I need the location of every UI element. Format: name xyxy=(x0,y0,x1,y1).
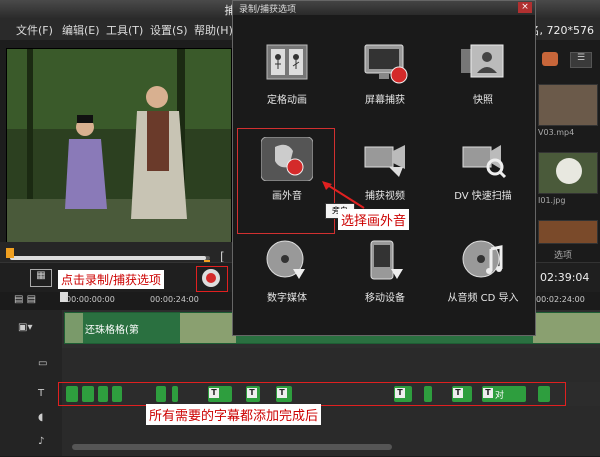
timecode-display[interactable]: 02:39:04 xyxy=(540,271,589,284)
option-screen-capture[interactable]: 屏幕捕获 xyxy=(335,39,435,119)
dialog-title: 录制/捕获选项 xyxy=(239,5,297,15)
menu-edit[interactable]: 编辑(E) xyxy=(62,22,100,38)
option-dv-scan[interactable]: DV 快速扫描 xyxy=(433,135,533,215)
subtitle-clip[interactable] xyxy=(538,386,550,402)
video-camera-icon xyxy=(364,145,405,177)
option-snapshot[interactable]: 快照 xyxy=(433,39,533,119)
option-label: 移动设备 xyxy=(365,293,405,304)
scrubber-progress xyxy=(10,256,206,260)
dandelion-thumbnail xyxy=(539,153,597,193)
overlay-track-header: ▭ xyxy=(0,348,62,383)
video-preview xyxy=(6,48,232,244)
overlay-track-icon[interactable]: ▭ xyxy=(38,358,47,369)
menu-settings[interactable]: 设置(S) xyxy=(150,22,188,38)
title-clip-icon: T xyxy=(209,388,219,398)
menu-help[interactable]: 帮助(H) xyxy=(194,22,233,38)
preview-panel: [ ▶ 项目 素材 ▶ ⏮ ◀‖ ‖▶ ⏭ ⟲ ◖ ⧉ xyxy=(0,40,232,302)
ruler-time-mid: 00:00:24:00 xyxy=(150,295,199,304)
subtitle-clip[interactable]: T xyxy=(394,386,412,402)
dialog-title-bar: 录制/捕获选项 × xyxy=(233,1,535,15)
option-mobile-device[interactable]: 移动设备 xyxy=(335,237,435,317)
screen-capture-icon xyxy=(364,44,408,84)
subtitle-clip-label: 对 xyxy=(495,391,505,401)
audio-cd-icon xyxy=(462,240,503,278)
digital-media-disc-icon xyxy=(266,240,305,279)
ruler-time-end: 00:02:24:00 xyxy=(536,295,585,304)
option-label: 数字媒体 xyxy=(267,293,307,304)
subtitle-clip[interactable] xyxy=(112,386,122,402)
subtitle-clip[interactable]: T xyxy=(208,386,232,402)
track-manager-icon[interactable]: ▤ ▤ xyxy=(14,294,36,305)
dv-scan-icon xyxy=(462,145,507,179)
subtitle-clip[interactable] xyxy=(66,386,78,402)
record-dot-icon xyxy=(206,273,216,283)
title-clip-icon: T xyxy=(483,388,493,398)
clip-thumbnail xyxy=(533,313,600,343)
overlay-track[interactable] xyxy=(62,348,600,383)
clip-thumbnail xyxy=(180,313,236,343)
annotation-click-record: 点击录制/捕获选项 xyxy=(58,270,165,289)
option-stop-motion[interactable]: 定格动画 xyxy=(237,39,337,119)
option-digital-media[interactable]: 数字媒体 xyxy=(237,237,337,317)
music-track-header: ♪ xyxy=(0,430,62,457)
option-label: 屏幕捕获 xyxy=(365,95,405,106)
video-track-header: ▣▾ xyxy=(0,310,62,349)
subtitle-clip[interactable] xyxy=(82,386,94,402)
mobile-device-icon xyxy=(370,240,403,280)
subtitle-clip[interactable] xyxy=(172,386,178,402)
annotation-subtitles-done: 所有需要的字幕都添加完成后 xyxy=(146,404,322,425)
subtitle-clip[interactable]: T xyxy=(276,386,292,402)
library-options-button[interactable]: 选项 xyxy=(554,248,572,261)
subtitle-clip[interactable]: T xyxy=(246,386,260,402)
subtitle-clip[interactable] xyxy=(156,386,166,402)
title-clip-icon: T xyxy=(453,388,463,398)
annotation-select-voiceover: 选择画外音 xyxy=(338,209,410,230)
voice-track[interactable] xyxy=(62,406,600,431)
title-clip-icon: T xyxy=(277,388,287,398)
library-thumb-video[interactable] xyxy=(538,84,598,126)
list-view-icon[interactable]: ☰ xyxy=(570,52,592,68)
menu-file[interactable]: 文件(F) xyxy=(16,22,53,38)
subtitle-clip[interactable]: T 对 xyxy=(482,386,526,402)
record-capture-button[interactable] xyxy=(202,269,220,287)
menu-tools[interactable]: 工具(T) xyxy=(106,22,143,38)
storyboard-view-icon[interactable]: ▦ xyxy=(30,269,52,287)
library-media-icon[interactable] xyxy=(542,52,558,66)
ruler-time-start: 00:00:00:00 xyxy=(66,295,115,304)
capture-options-dialog: 录制/捕获选项 × 定格动画 屏幕捕获 快照 画外音 捕获视频 DV 快速扫描 … xyxy=(232,0,536,336)
voice-track-icon[interactable]: ◖ xyxy=(38,412,43,423)
title-track-icon[interactable]: T xyxy=(38,388,44,399)
snapshot-icon xyxy=(461,44,504,78)
voiceover-microphone-icon xyxy=(261,137,313,181)
stop-motion-icon xyxy=(266,44,308,80)
subtitle-clip[interactable]: T xyxy=(452,386,472,402)
subtitle-clip[interactable] xyxy=(424,386,432,402)
option-audio-cd[interactable]: 从音频 CD 导入 xyxy=(433,237,533,317)
subtitle-clip[interactable] xyxy=(98,386,108,402)
title-track[interactable]: T T T T T T 对 xyxy=(58,382,600,407)
library-caption-video: V03.mp4 xyxy=(538,128,575,137)
option-label: 定格动画 xyxy=(267,95,307,106)
music-track[interactable] xyxy=(62,430,600,457)
title-clip-icon: T xyxy=(247,388,257,398)
video-track-icon[interactable]: ▣▾ xyxy=(18,322,32,333)
option-label: DV 快速扫描 xyxy=(454,191,512,202)
video-clip-label: 还珠格格(第 xyxy=(85,325,139,336)
option-label: 快照 xyxy=(473,95,493,106)
library-thumb-image[interactable] xyxy=(538,152,598,194)
library-thumb-3[interactable] xyxy=(538,220,598,244)
dialog-close-button[interactable]: × xyxy=(518,2,532,13)
music-track-icon[interactable]: ♪ xyxy=(38,436,44,447)
title-track-header: T xyxy=(0,382,62,407)
clip-thumbnail xyxy=(65,313,83,343)
timeline-scrollbar[interactable] xyxy=(72,444,392,450)
option-label: 从音频 CD 导入 xyxy=(447,293,519,304)
library-caption-image: I01.jpg xyxy=(538,196,566,205)
voice-track-header: ◖ xyxy=(0,406,62,431)
title-clip-icon: T xyxy=(395,388,405,398)
video-frame-image xyxy=(7,49,231,243)
trim-start-handle[interactable] xyxy=(6,248,14,258)
